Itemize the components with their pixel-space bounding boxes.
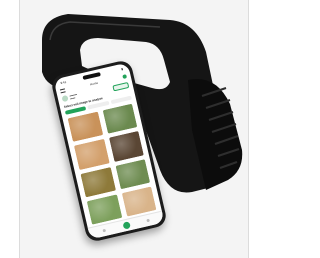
frame-border-right bbox=[248, 0, 249, 258]
menu-icon[interactable] bbox=[59, 88, 66, 94]
product-photo: 9:41 ▮ Home ▬▬▬ ▬▬ Select soil image to a… bbox=[20, 0, 248, 258]
nav-right-icon[interactable] bbox=[146, 218, 150, 223]
notification-icon[interactable] bbox=[122, 74, 128, 79]
user-greeting: ▬▬▬ ▬▬ bbox=[61, 92, 78, 103]
greeting-lines: ▬▬▬ ▬▬ bbox=[69, 92, 78, 101]
soil-image-tile[interactable] bbox=[102, 103, 138, 135]
soil-image-tile[interactable] bbox=[80, 166, 116, 198]
status-time: 9:41 bbox=[60, 79, 67, 86]
soil-image-tile[interactable] bbox=[114, 158, 151, 190]
battery-icon: ▮ bbox=[120, 66, 124, 72]
scan-button[interactable] bbox=[122, 221, 131, 230]
soil-image-tile[interactable] bbox=[108, 131, 144, 162]
avatar[interactable] bbox=[61, 94, 69, 103]
nav-left-icon[interactable] bbox=[102, 228, 107, 233]
soil-image-tile[interactable] bbox=[73, 139, 110, 170]
soil-image-tile[interactable] bbox=[67, 111, 103, 143]
frame-border-left bbox=[19, 0, 20, 258]
app-title: Home bbox=[89, 80, 99, 87]
